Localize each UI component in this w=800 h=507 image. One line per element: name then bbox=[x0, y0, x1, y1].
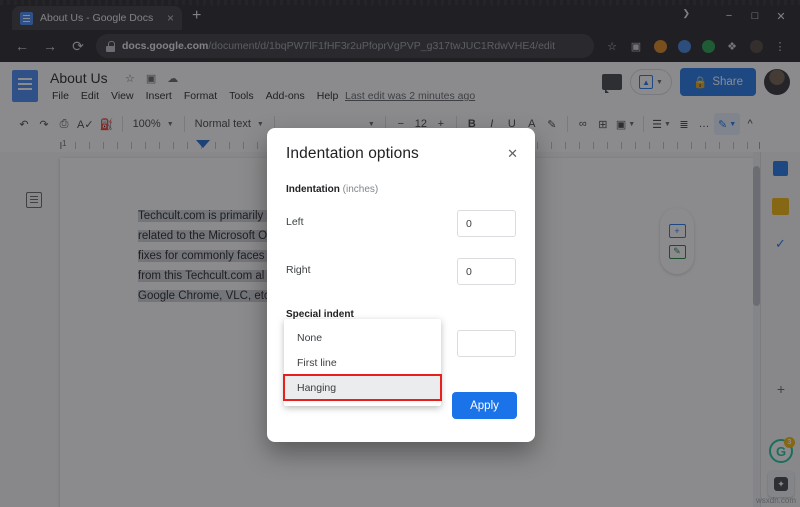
dropdown-option-none[interactable]: None bbox=[284, 325, 441, 350]
special-indent-dropdown: None First line Hanging bbox=[283, 319, 442, 406]
indentation-section-label: Indentation (inches) bbox=[286, 184, 378, 195]
right-indent-label: Right bbox=[286, 264, 311, 276]
special-indent-amount-input[interactable] bbox=[457, 330, 516, 357]
right-indent-input[interactable]: 0 bbox=[457, 258, 516, 285]
dropdown-option-hanging[interactable]: Hanging bbox=[283, 374, 442, 401]
indentation-options-dialog: Indentation options ✕ Indentation (inche… bbox=[267, 128, 535, 442]
screenshot-root: About Us - Google Docs × + ❯ − □ ✕ ← → ⟳… bbox=[0, 0, 800, 507]
indentation-unit: (inches) bbox=[342, 184, 379, 195]
dialog-title: Indentation options bbox=[286, 145, 419, 162]
apply-button[interactable]: Apply bbox=[452, 392, 517, 419]
left-indent-label: Left bbox=[286, 216, 304, 228]
left-indent-input[interactable]: 0 bbox=[457, 210, 516, 237]
dropdown-option-first-line[interactable]: First line bbox=[284, 350, 441, 375]
close-icon[interactable]: ✕ bbox=[507, 146, 518, 162]
indentation-label: Indentation bbox=[286, 184, 340, 195]
